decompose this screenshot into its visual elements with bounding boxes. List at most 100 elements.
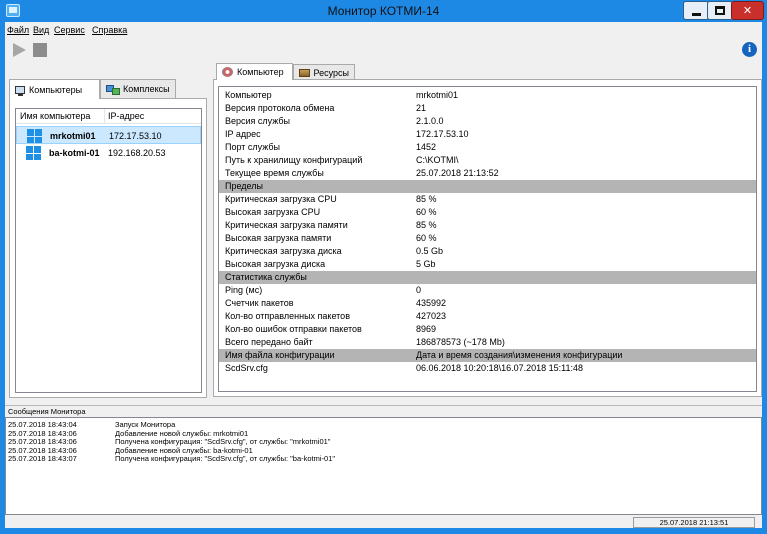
computer-icon (15, 85, 25, 96)
status-bar: 25.07.2018 21:13:51 (5, 516, 762, 528)
windows-icon (26, 146, 41, 160)
detail-value: 85 % (416, 220, 437, 230)
info-icon[interactable]: i (742, 42, 757, 57)
column-separator[interactable] (104, 109, 105, 123)
tab-computers[interactable]: Компьютеры (9, 79, 100, 99)
detail-value: 60 % (416, 207, 437, 217)
column-header-name[interactable]: Имя компьютера (20, 111, 90, 121)
menu-service[interactable]: Сервис (54, 25, 85, 35)
detail-row[interactable]: Критическая загрузка диска 0.5 Gb (219, 245, 756, 258)
network-icon (106, 84, 120, 95)
table-row[interactable]: mrkotmi01 172.17.53.10 (16, 126, 201, 144)
windows-icon (27, 129, 42, 143)
close-icon: ✕ (742, 4, 753, 17)
toolbar: i (5, 39, 762, 60)
menu-file[interactable]: Файл (7, 25, 29, 35)
menu-help[interactable]: Справка (92, 25, 127, 35)
detail-key: Высокая загрузка памяти (225, 233, 332, 243)
detail-row[interactable]: Текущее время службы 25.07.2018 21:13:52 (219, 167, 756, 180)
computer-list[interactable]: Имя компьютера IP-адрес mrkotmi01 172.17… (15, 108, 202, 393)
detail-row[interactable]: Высокая загрузка CPU 60 % (219, 206, 756, 219)
detail-value: 2.1.0.0 (416, 116, 444, 126)
table-row[interactable]: ba-kotmi-01 192.168.20.53 (16, 144, 201, 162)
maximize-icon (715, 6, 725, 15)
tab-complexes[interactable]: Комплексы (100, 79, 176, 98)
detail-value: C:\KOTMI\ (416, 155, 459, 165)
client-area: Файл Вид Сервис Справка i Компьютеры Ком… (5, 22, 762, 528)
detail-row[interactable]: IP адрес 172.17.53.10 (219, 128, 756, 141)
menu-view[interactable]: Вид (33, 25, 49, 35)
tab-resources-label: Ресурсы (313, 67, 350, 78)
messages-title: Сообщения Монитора (8, 407, 86, 416)
group-row[interactable]: Имя файла конфигурации Дата и время созда… (219, 349, 756, 362)
detail-key: Путь к хранилищу конфигураций (225, 155, 363, 165)
tab-computer[interactable]: Компьютер (216, 63, 293, 80)
tab-resources[interactable]: Ресурсы (293, 64, 355, 80)
detail-value: 0 (416, 285, 422, 295)
detail-value: 8969 (416, 324, 437, 334)
detail-row[interactable]: Счетчик пакетов 435992 (219, 297, 756, 310)
detail-key: Ping (мс) (225, 285, 263, 295)
detail-value: mrkotmi01 (416, 90, 459, 100)
detail-key: Версия службы (225, 116, 291, 126)
detail-value: 85 % (416, 194, 437, 204)
status-time: 25.07.2018 21:13:51 (633, 517, 755, 528)
tab-computers-label: Компьютеры (29, 84, 83, 95)
settings-icon (222, 67, 233, 77)
detail-row[interactable]: Высокая загрузка памяти 60 % (219, 232, 756, 245)
detail-key: Высокая загрузка диска (225, 259, 326, 269)
detail-key: Версия протокола обмена (225, 103, 335, 113)
detail-key: Критическая загрузка CPU (225, 194, 337, 204)
column-header-ip[interactable]: IP-адрес (108, 111, 144, 121)
maximize-button[interactable] (707, 1, 733, 20)
detail-key: Кол-во ошибок отправки пакетов (225, 324, 362, 334)
detail-key: Статистика службы (225, 272, 307, 282)
detail-row[interactable]: Порт службы 1452 (219, 141, 756, 154)
detail-value: 60 % (416, 233, 437, 243)
title-bar[interactable]: Монитор КОТМИ-14 ✕ (0, 0, 767, 22)
details-list[interactable]: Компьютер mrkotmi01 Версия протокола обмен… (218, 86, 757, 392)
detail-key: Имя файла конфигурации (225, 350, 335, 360)
group-row[interactable]: Пределы (219, 180, 756, 193)
detail-key: ScdSrv.cfg (225, 363, 268, 373)
menu-bar: Файл Вид Сервис Справка (5, 22, 762, 39)
detail-row[interactable]: Кол-во отправленных пакетов 427023 (219, 310, 756, 323)
detail-row[interactable]: ScdSrv.cfg 06.06.2018 10:20:18\16.07.2018… (219, 362, 756, 375)
detail-row[interactable]: Критическая загрузка CPU 85 % (219, 193, 756, 206)
computer-ip: 172.17.53.10 (109, 131, 162, 141)
message-time: 25.07.2018 18:43:07 (8, 454, 77, 464)
message-text: Получена конфигурация: "ScdSrv.cfg", от … (115, 454, 336, 464)
detail-row[interactable]: Путь к хранилищу конфигураций C:\KOTMI\ (219, 154, 756, 167)
detail-value: 0.5 Gb (416, 246, 444, 256)
detail-key: Пределы (225, 181, 263, 191)
detail-key: Кол-во отправленных пакетов (225, 311, 350, 321)
detail-value: 21 (416, 103, 427, 113)
messages-header: Сообщения Монитора (5, 405, 762, 416)
tab-complexes-label: Комплексы (123, 84, 170, 94)
close-button[interactable]: ✕ (731, 1, 764, 20)
detail-row[interactable]: Всего передано байт 186878573 (~178 Mb) (219, 336, 756, 349)
detail-value: 186878573 (~178 Mb) (416, 337, 505, 347)
minimize-button[interactable] (683, 1, 709, 20)
detail-row[interactable]: Высокая загрузка диска 5 Gb (219, 258, 756, 271)
detail-value: 427023 (416, 311, 447, 321)
resources-icon (299, 68, 310, 77)
group-row[interactable]: Статистика службы (219, 271, 756, 284)
detail-key: Порт службы (225, 142, 281, 152)
detail-value: Дата и время создания\изменения конфигур… (416, 350, 623, 360)
detail-row[interactable]: Версия службы 2.1.0.0 (219, 115, 756, 128)
detail-row[interactable]: Компьютер mrkotmi01 (219, 89, 756, 102)
messages-list[interactable]: 25.07.2018 18:43:04 Запуск Монитора 25.07.… (5, 417, 762, 515)
detail-value: 5 Gb (416, 259, 436, 269)
start-icon[interactable] (13, 43, 26, 57)
detail-row[interactable]: Версия протокола обмена 21 (219, 102, 756, 115)
detail-row[interactable]: Ping (мс) 0 (219, 284, 756, 297)
stop-icon[interactable] (33, 43, 47, 57)
detail-key: Критическая загрузка памяти (225, 220, 348, 230)
detail-row[interactable]: Критическая загрузка памяти 85 % (219, 219, 756, 232)
detail-key: Критическая загрузка диска (225, 246, 342, 256)
detail-value: 172.17.53.10 (416, 129, 469, 139)
detail-row[interactable]: Кол-во ошибок отправки пакетов 8969 (219, 323, 756, 336)
computer-name: mrkotmi01 (50, 131, 96, 141)
detail-key: IP адрес (225, 129, 261, 139)
